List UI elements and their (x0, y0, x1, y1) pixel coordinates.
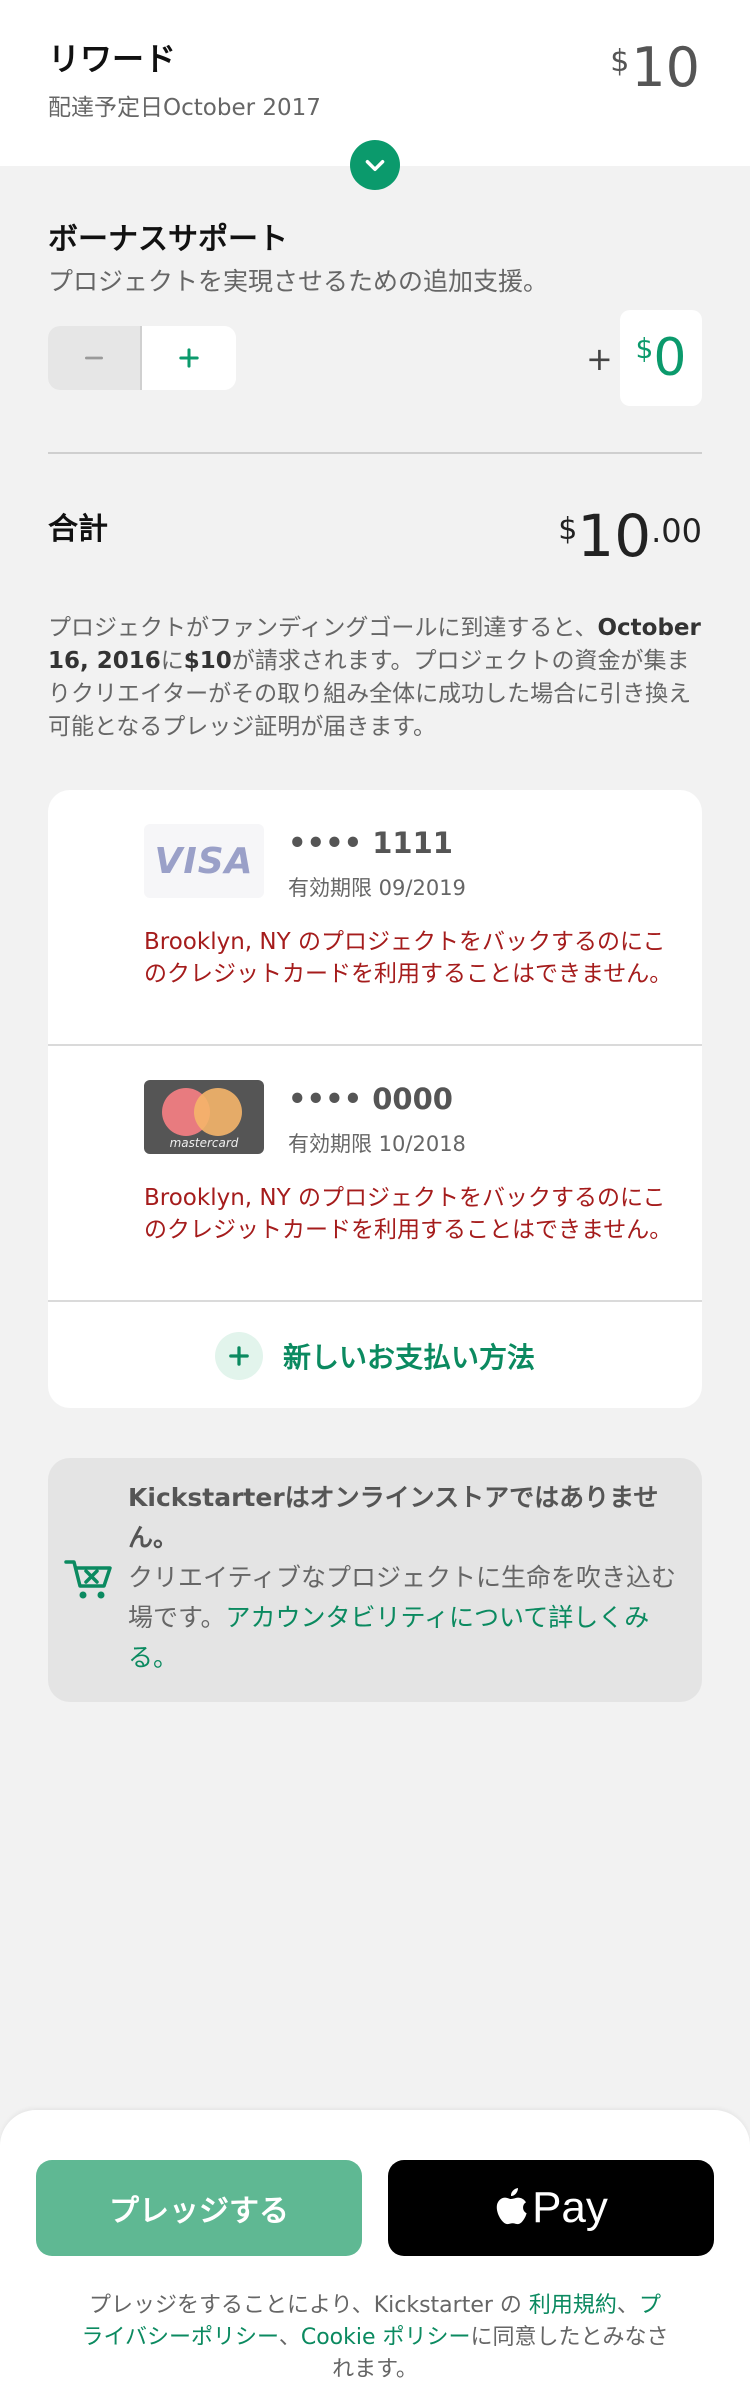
card-error-message: Brooklyn, NY のプロジェクトをバックするのにこのクレジットカードを利… (144, 1185, 673, 1243)
legal-separator: 、 (278, 2325, 301, 2350)
legal-separator: 、 (616, 2293, 639, 2318)
pledge-button[interactable]: プレッジする (36, 2160, 362, 2256)
total-cents: .00 (651, 512, 702, 550)
total-amount: $10.00 (558, 502, 702, 570)
mastercard-circle-orange (194, 1088, 242, 1136)
bonus-plus-sign: + (586, 340, 613, 378)
terms-of-use-link[interactable]: 利用規約 (529, 2293, 617, 2318)
apple-pay-label: Pay (532, 2183, 608, 2232)
visa-logo-icon: VISA (144, 824, 264, 898)
reward-price-value: 10 (631, 36, 700, 99)
add-payment-method-button[interactable]: 新しいお支払い方法 (48, 1304, 702, 1408)
notice-part1: プロジェクトがファンディングゴールに到達すると、 (48, 615, 598, 641)
payment-card-mastercard[interactable]: mastercard •••• 0000 有効期限 10/2018 Brookl… (48, 1046, 702, 1302)
payment-card-visa[interactable]: VISA •••• 1111 有効期限 09/2019 Brooklyn, NY… (48, 790, 702, 1046)
bottom-action-panel: プレッジする Pay プレッジをすることにより、Kickstarter の 利用… (0, 2110, 750, 2400)
bonus-stepper (48, 326, 236, 390)
cookie-policy-link[interactable]: Cookie ポリシー (301, 2325, 471, 2350)
reward-price: $10 (610, 36, 700, 99)
kickstarter-notice: Kickstarterはオンラインストアではありません。 クリエイティブなプロジェ… (48, 1458, 702, 1702)
apple-logo-icon (496, 2188, 527, 2225)
mastercard-brand-text: mastercard (169, 1136, 239, 1150)
total-whole: 10 (577, 502, 652, 570)
increment-button[interactable] (142, 326, 236, 390)
bonus-amount-input[interactable]: $0 (620, 310, 702, 406)
bonus-amount-currency: $ (635, 332, 654, 365)
decrement-button[interactable] (48, 326, 142, 390)
reward-delivery-date: 配達予定日October 2017 (48, 95, 321, 121)
notice-part2: に (160, 648, 184, 674)
card-number: •••• 1111 (288, 826, 453, 860)
card-expiry: 有効期限 09/2019 (288, 876, 466, 900)
legal-agreement-text: プレッジをすることにより、Kickstarter の 利用規約、プライバシーポリ… (80, 2290, 670, 2386)
card-number: •••• 0000 (288, 1082, 453, 1116)
kickstarter-notice-bold: Kickstarterはオンラインストアではありません。 (128, 1483, 659, 1552)
chevron-down-icon (365, 160, 385, 172)
bonus-support-title: ボーナスサポート (48, 222, 288, 257)
visa-brand-text: VISA (154, 840, 254, 882)
kickstarter-notice-text: Kickstarterはオンラインストアではありません。 クリエイティブなプロジェ… (128, 1478, 678, 1678)
legal-prefix: プレッジをすることにより、Kickstarter の (89, 2293, 529, 2318)
card-expiry: 有効期限 10/2018 (288, 1132, 466, 1156)
apple-pay-button[interactable]: Pay (388, 2160, 714, 2256)
payment-methods-list: VISA •••• 1111 有効期限 09/2019 Brooklyn, NY… (48, 790, 702, 1408)
plus-icon (179, 348, 199, 368)
bonus-support-description: プロジェクトを実現させるための追加支援。 (48, 267, 549, 296)
expand-reward-button[interactable] (350, 140, 400, 190)
minus-icon (85, 356, 103, 360)
charge-notice: プロジェクトがファンディングゴールに到達すると、October 16, 2016… (48, 612, 708, 744)
reward-price-currency: $ (610, 44, 630, 79)
add-circle-icon (214, 1332, 263, 1380)
bonus-amount-value: 0 (653, 328, 687, 388)
notice-amount: $10 (183, 648, 232, 674)
card-error-message: Brooklyn, NY のプロジェクトをバックするのにこのクレジットカードを利… (144, 929, 673, 987)
cart-x-icon (64, 1560, 112, 1599)
add-payment-method-label: 新しいお支払い方法 (282, 1341, 535, 1374)
total-label: 合計 (48, 512, 108, 547)
total-currency: $ (558, 512, 578, 547)
reward-title: リワード (48, 40, 177, 78)
mastercard-logo-icon: mastercard (144, 1080, 264, 1154)
section-divider (48, 452, 702, 454)
